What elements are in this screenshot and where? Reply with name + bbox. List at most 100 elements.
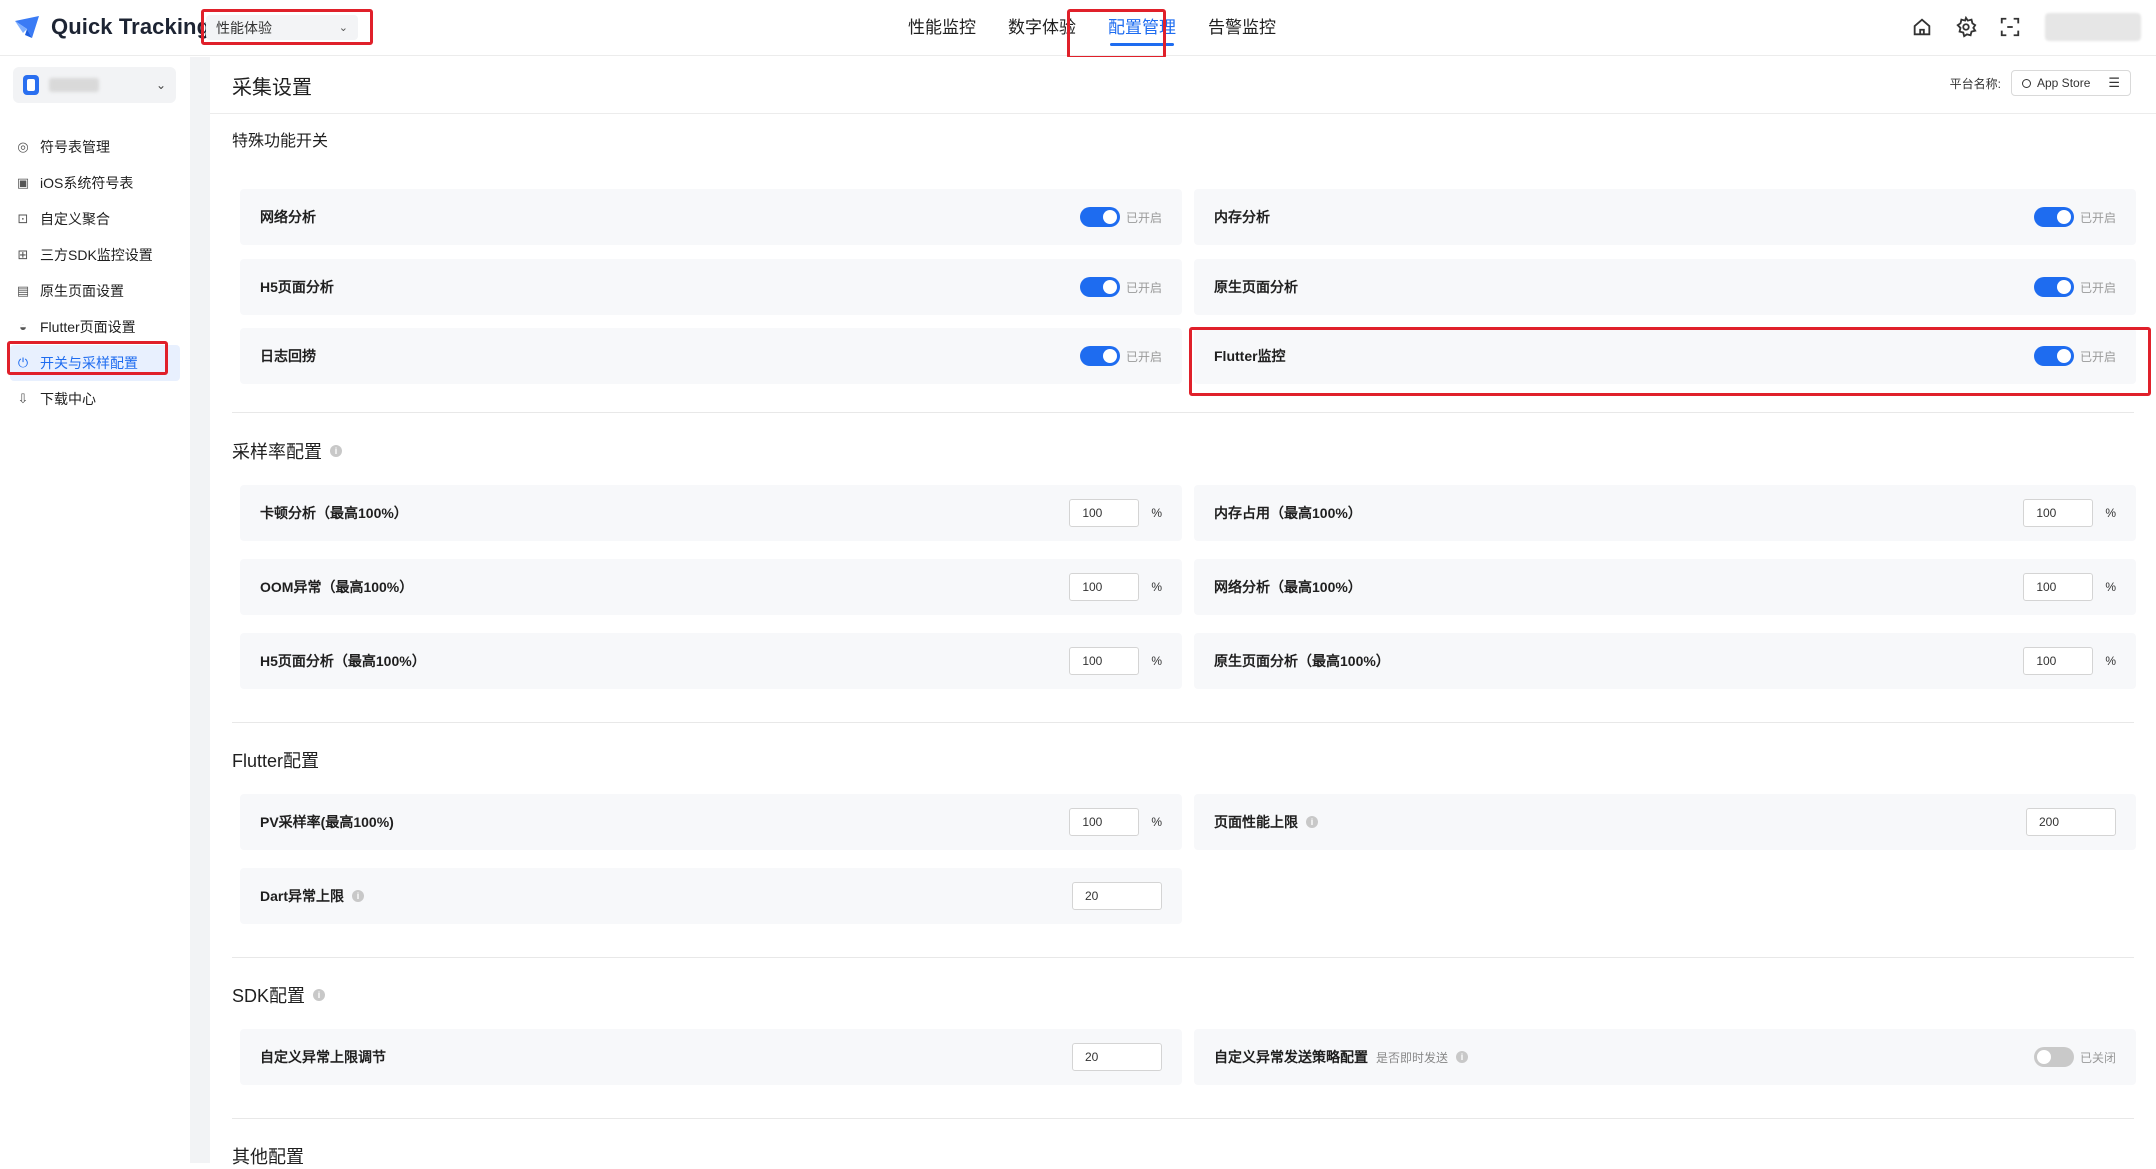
sampling-label: 内存占用（最高100%）	[1214, 505, 1362, 521]
sampling-input[interactable]: 100	[2023, 573, 2094, 601]
section-title-text: 特殊功能开关	[232, 133, 329, 150]
sampling-lag: 卡顿分析（最高100%） 100%	[240, 485, 1182, 541]
switch-flutter: Flutter监控 已开启	[1194, 328, 2136, 384]
sidebar-item-symbol-table[interactable]: ◎ 符号表管理	[10, 129, 180, 165]
sidebar-item-switch-sampling[interactable]: ⏻ 开关与采样配置	[10, 345, 180, 381]
toggle-status: 已关闭	[2079, 1050, 2116, 1065]
info-icon[interactable]: i	[330, 445, 342, 457]
section-special-title: 特殊功能开关	[232, 127, 328, 151]
section-flutter-title: Flutter配置	[232, 747, 319, 773]
top-header: Quick Tracking 性能体验 ⌄ 性能监控 数字体验 配置管理 告警监…	[0, 0, 2156, 59]
chevron-down-icon: ⌄	[338, 22, 348, 34]
flutter-dart-limit: Dart异常上限 i 20	[240, 868, 1182, 924]
flutter-page-perf-limit: 页面性能上限 i 200	[1194, 794, 2136, 850]
toggle-switch[interactable]	[2033, 346, 2074, 366]
side-menu: ◎ 符号表管理 ▣ iOS系统符号表 ⊡ 自定义聚合 ⊞ 三方SDK监控设置 ▤…	[10, 129, 180, 417]
page-perf-limit-input[interactable]: 200	[2026, 808, 2116, 836]
gear-icon[interactable]	[1954, 15, 1978, 39]
sidebar-item-ios-symbol[interactable]: ▣ iOS系统符号表	[10, 165, 180, 201]
switch-h5: H5页面分析 已开启	[240, 259, 1182, 315]
nav-alert[interactable]: 告警监控	[1192, 0, 1292, 56]
sampling-input[interactable]: 100	[2023, 499, 2094, 527]
dart-limit-input[interactable]: 20	[1072, 882, 1162, 910]
toggle-switch[interactable]	[1079, 277, 1120, 297]
section-title-text: 其他配置	[232, 1147, 304, 1167]
chevron-down-icon: ⌄	[155, 78, 166, 92]
pv-sampling-input[interactable]: 100	[1069, 808, 1140, 836]
power-icon: ⏻	[17, 355, 29, 370]
header-icons	[1910, 15, 2022, 39]
switch-network: 网络分析 已开启	[240, 189, 1182, 245]
platform-select[interactable]: App Store ☰	[2011, 70, 2131, 96]
flutter-label: 页面性能上限	[1214, 814, 1298, 830]
sampling-memory: 内存占用（最高100%） 100%	[1194, 485, 2136, 541]
filter-icon: ☰	[2108, 75, 2120, 90]
toggle-switch[interactable]	[1079, 346, 1120, 366]
switch-log-retrieval: 日志回捞 已开启	[240, 328, 1182, 384]
switch-memory: 内存分析 已开启	[1194, 189, 2136, 245]
symbol-icon: ◎	[17, 139, 29, 154]
toggle-status: 已开启	[2079, 349, 2116, 364]
sidebar-item-label: iOS系统符号表	[40, 175, 134, 191]
platform-value: App Store	[2037, 76, 2091, 90]
app-name: Quick Tracking	[51, 14, 211, 39]
download-icon: ⇩	[17, 391, 29, 406]
toggle-switch[interactable]	[2033, 1047, 2074, 1067]
sidebar-item-label: 下载中心	[40, 391, 96, 407]
section-sampling-title: 采样率配置 i	[232, 438, 342, 464]
toggle-switch[interactable]	[2033, 277, 2074, 297]
divider	[232, 722, 2134, 723]
scan-icon[interactable]	[1998, 15, 2022, 39]
home-icon[interactable]	[1910, 15, 1934, 39]
sidebar-item-label: 符号表管理	[40, 139, 110, 155]
flutter-pv-sampling: PV采样率(最高100%) 100%	[240, 794, 1182, 850]
toggle-status: 已开启	[2079, 280, 2116, 295]
sidebar: ⌄ ◎ 符号表管理 ▣ iOS系统符号表 ⊡ 自定义聚合 ⊞ 三方SDK监控设置…	[0, 57, 190, 1163]
switch-label: H5页面分析	[260, 279, 334, 295]
sdk-sub-label: 是否即时发送	[1376, 1050, 1449, 1065]
section-sdk-title: SDK配置 i	[232, 982, 326, 1008]
platform-label: 平台名称:	[1949, 76, 2001, 91]
info-icon[interactable]: i	[1456, 1051, 1469, 1063]
percent-unit: %	[1151, 506, 1162, 520]
user-avatar[interactable]	[2045, 13, 2141, 41]
sampling-label: OOM异常（最高100%）	[260, 579, 414, 595]
sampling-input[interactable]: 100	[1069, 499, 1140, 527]
logo[interactable]: Quick Tracking	[12, 12, 210, 42]
nav-digital-experience[interactable]: 数字体验	[992, 0, 1092, 56]
sidebar-item-custom-aggregate[interactable]: ⊡ 自定义聚合	[10, 201, 180, 237]
app-name-blurred	[49, 78, 99, 92]
sampling-input[interactable]: 100	[2023, 647, 2094, 675]
sampling-h5: H5页面分析（最高100%） 100%	[240, 633, 1182, 689]
section-title-text: Flutter配置	[232, 751, 320, 771]
percent-unit: %	[2105, 506, 2116, 520]
sdk-label: 自定义异常发送策略配置	[1214, 1049, 1368, 1065]
toggle-switch[interactable]	[2033, 207, 2074, 227]
nav-config-management[interactable]: 配置管理	[1092, 0, 1192, 56]
sidebar-item-flutter-page[interactable]: ◒ Flutter页面设置	[10, 309, 180, 345]
product-select[interactable]: 性能体验 ⌄	[206, 15, 358, 40]
info-icon[interactable]: i	[313, 989, 326, 1001]
sidebar-item-third-sdk[interactable]: ⊞ 三方SDK监控设置	[10, 237, 180, 273]
sidebar-item-native-page[interactable]: ▤ 原生页面设置	[10, 273, 180, 309]
page-icon: ▤	[16, 283, 30, 298]
sampling-input[interactable]: 100	[1069, 573, 1140, 601]
exception-limit-input[interactable]: 20	[1072, 1043, 1162, 1071]
toggle-switch[interactable]	[1079, 207, 1120, 227]
switch-label: Flutter监控	[1214, 348, 1286, 364]
divider	[232, 1118, 2134, 1119]
flutter-label: Dart异常上限	[260, 888, 345, 904]
section-other-title: 其他配置	[232, 1143, 304, 1169]
sidebar-item-download-center[interactable]: ⇩ 下载中心	[10, 381, 180, 417]
sampling-label: 卡顿分析（最高100%）	[260, 505, 408, 521]
app-selector[interactable]: ⌄	[13, 67, 176, 103]
info-icon[interactable]: i	[1306, 816, 1318, 828]
divider	[210, 113, 2156, 114]
sampling-input[interactable]: 100	[1069, 647, 1140, 675]
nav-performance[interactable]: 性能监控	[892, 0, 992, 56]
sdk-send-strategy: 自定义异常发送策略配置 是否即时发送 i 已关闭	[1194, 1029, 2136, 1085]
app-icon	[23, 75, 39, 95]
sampling-network: 网络分析（最高100%） 100%	[1194, 559, 2136, 615]
switch-label: 内存分析	[1214, 209, 1270, 225]
info-icon[interactable]: i	[352, 890, 365, 902]
